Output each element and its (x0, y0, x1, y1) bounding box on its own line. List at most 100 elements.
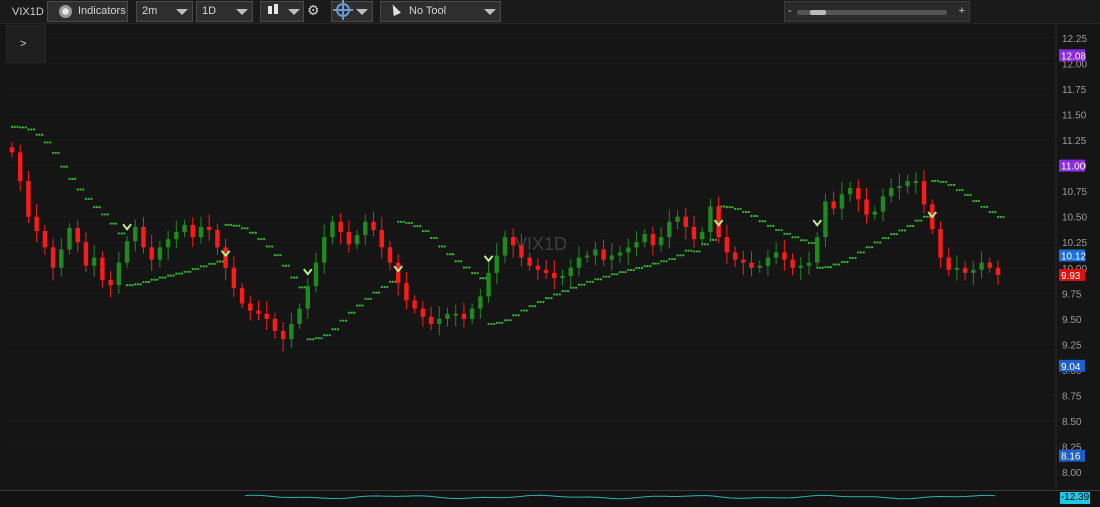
sar-dot (276, 254, 279, 257)
sar-dot (638, 266, 641, 270)
sar-dot (632, 268, 635, 272)
sar-dot (651, 262, 655, 265)
sar-dot (942, 180, 945, 184)
sar-dot (331, 328, 334, 331)
candle-body (18, 152, 23, 181)
sar-dot (835, 263, 838, 266)
sar-dot (616, 273, 619, 276)
sar-dot (635, 266, 638, 270)
sar-dot (531, 305, 534, 308)
sar-dot (345, 319, 348, 322)
sar-dot (586, 280, 589, 283)
candle-body (626, 247, 631, 253)
sar-dot (90, 197, 93, 200)
sar-dot (687, 249, 690, 252)
sar-dot (290, 276, 293, 279)
sar-dot (24, 126, 27, 129)
candle-body (461, 313, 467, 319)
candle-body (954, 267, 960, 270)
sar-dot (564, 289, 567, 293)
y-tick-label: 11.75 (1062, 85, 1087, 96)
y-tick-label: 8.00 (1062, 468, 1082, 479)
sar-dot (764, 220, 767, 223)
candle-body (494, 255, 499, 273)
sar-dot (506, 319, 509, 322)
sar-dot (558, 293, 561, 296)
sar-dot (49, 141, 52, 144)
sar-dot (35, 133, 38, 136)
sar-dot (388, 280, 392, 283)
sar-dot (925, 215, 928, 218)
sar-dot (523, 309, 526, 312)
sar-dot (849, 256, 852, 260)
candle-body (650, 234, 656, 246)
sar-dot (838, 263, 841, 266)
candle-body (469, 308, 475, 319)
candle-body (42, 231, 48, 248)
candle-body (83, 242, 89, 266)
sar-dot (772, 224, 775, 227)
sar-dot (68, 177, 71, 180)
sar-dot (964, 193, 967, 196)
sar-dot (454, 260, 457, 263)
candle-body (708, 206, 713, 233)
sar-dot (974, 199, 978, 203)
candle-body (642, 234, 647, 243)
sar-dot (829, 266, 833, 269)
sar-dot (186, 270, 189, 273)
signal-chevron (483, 255, 494, 263)
sar-dot (854, 256, 857, 260)
sar-dot (972, 199, 975, 203)
candle-body (404, 283, 409, 301)
sar-dot (169, 274, 172, 277)
sar-dot (21, 126, 25, 129)
candle-body (502, 237, 508, 256)
sar-dot (473, 272, 476, 275)
sar-dot (19, 126, 22, 129)
sar-dot (353, 311, 356, 314)
sar-dot (624, 270, 627, 274)
sar-dot (728, 206, 731, 209)
sar-dot (994, 210, 997, 214)
candle-body (888, 188, 894, 197)
sar-dot (471, 272, 474, 275)
sar-dot (399, 220, 403, 223)
sar-dot (468, 266, 471, 269)
sar-dot (794, 236, 797, 239)
sar-dot (931, 179, 934, 183)
candle-body (987, 262, 992, 268)
sar-dot (147, 280, 151, 284)
candle-body (921, 180, 927, 205)
sar-dot (284, 264, 287, 267)
sar-dot (13, 125, 16, 128)
sar-dot (98, 206, 101, 209)
candle-body (305, 286, 310, 309)
sar-dot (673, 257, 676, 261)
sar-dot (435, 236, 438, 240)
sar-dot (490, 322, 493, 326)
candle-body (971, 269, 976, 273)
sar-dot (733, 207, 737, 211)
y-tick-label: 10.50 (1062, 213, 1087, 224)
sar-dot (208, 262, 211, 265)
candle-body (584, 255, 590, 258)
price-chart[interactable]: VIX1D 12.2512.0011.7511.5011.2511.0010.7… (0, 0, 1100, 490)
sar-dot (681, 254, 685, 257)
sar-dot (914, 219, 917, 222)
candle-body (379, 229, 384, 248)
sar-dot (451, 253, 455, 256)
candle-body (198, 226, 204, 238)
candle-body (157, 247, 163, 260)
sar-dot (60, 165, 63, 168)
sar-dot (112, 222, 115, 225)
sar-dot (859, 251, 863, 254)
sar-dot (427, 229, 430, 233)
sar-dot (71, 177, 74, 180)
sar-dot (325, 334, 329, 337)
sar-dot (282, 264, 285, 267)
sar-dot (449, 253, 452, 256)
candle-body (486, 272, 491, 297)
y-tick-label: 8.75 (1062, 391, 1082, 402)
sar-dot (873, 241, 876, 244)
sar-dot (424, 229, 427, 233)
